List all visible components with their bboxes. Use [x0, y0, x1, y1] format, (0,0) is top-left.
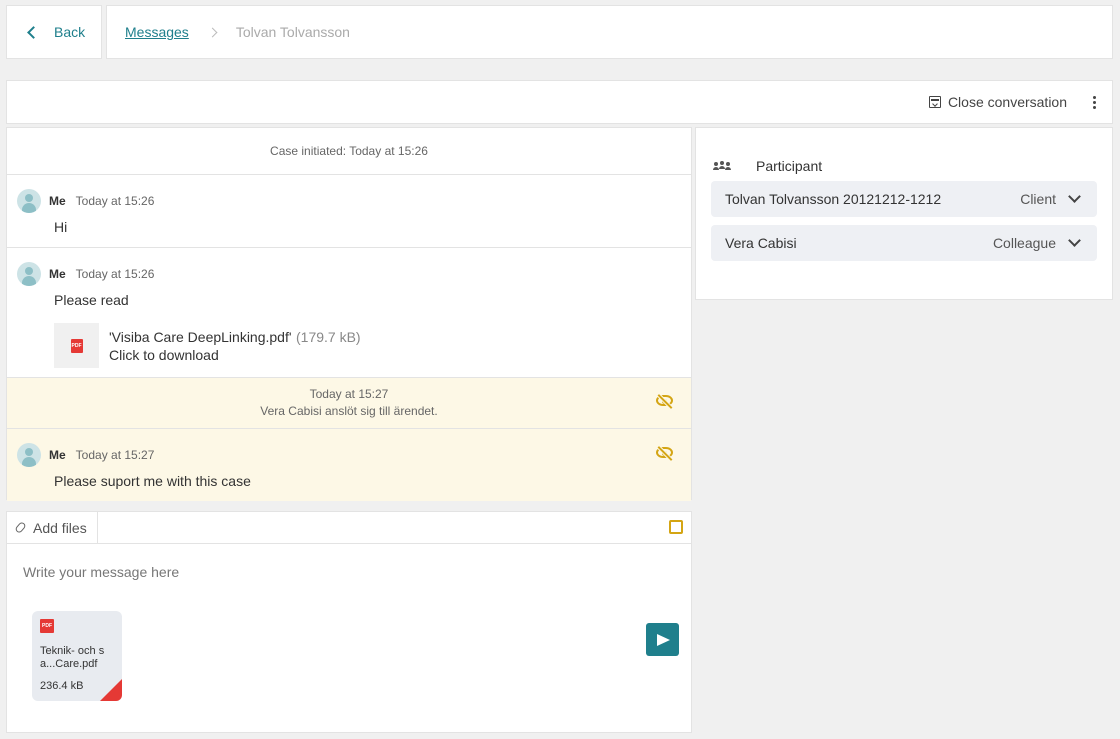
event-time: Today at 15:27: [309, 387, 389, 401]
archive-icon: [928, 96, 941, 108]
breadcrumb: Messages Tolvan Tolvansson: [106, 5, 1113, 59]
eye-off-icon: [656, 395, 673, 406]
participant-row[interactable]: Vera Cabisi Colleague: [711, 225, 1097, 261]
avatar: [17, 189, 41, 213]
message-sender: Me: [49, 448, 66, 462]
message-item: Me Today at 15:27 Please suport me with …: [7, 429, 691, 501]
message-sender: Me: [49, 194, 66, 208]
message-text: Please read: [54, 292, 129, 308]
avatar: [17, 262, 41, 286]
remove-file-corner[interactable]: [100, 679, 122, 701]
attachment-download-label: Click to download: [109, 346, 219, 363]
send-icon: [657, 633, 670, 646]
avatar: [17, 443, 41, 467]
message-time: Today at 15:26: [75, 267, 155, 281]
attachment-download[interactable]: PDF 'Visiba Care DeepLinking.pdf' (179.7…: [54, 323, 681, 368]
add-files-button[interactable]: Add files: [7, 512, 98, 543]
uploaded-file-name: Teknik- och s a...Care.pdf: [40, 645, 105, 670]
participant-name: Tolvan Tolvansson 20121212-1212: [725, 191, 942, 207]
conversation-toolbar: Close conversation: [6, 80, 1113, 124]
message-time: Today at 15:26: [75, 194, 155, 208]
add-files-label: Add files: [33, 519, 87, 536]
paperclip-icon: [14, 521, 27, 534]
conversation-panel: Case initiated: Today at 15:26 Me Today …: [6, 127, 692, 501]
chevron-down-icon[interactable]: [1068, 190, 1081, 203]
message-sender: Me: [49, 267, 66, 281]
participant-joined-event: Today at 15:27 Vera Cabisi anslöt sig ti…: [7, 378, 691, 429]
message-input[interactable]: [23, 564, 623, 580]
close-conversation-label: Close conversation: [947, 94, 1067, 110]
uploaded-file-size: 236.4 kB: [40, 680, 84, 692]
participant-role: Colleague: [992, 235, 1056, 251]
pdf-icon: PDF: [70, 338, 83, 353]
internal-note-checkbox[interactable]: [669, 520, 683, 534]
attachment-name: 'Visiba Care DeepLinking.pdf': [109, 328, 292, 345]
participant-name: Vera Cabisi: [725, 235, 797, 251]
participants-title: Participant: [756, 158, 823, 174]
message-time: Today at 15:27: [75, 448, 155, 462]
message-composer: Add files PDF Teknik- och s a...Care.pdf…: [6, 511, 692, 733]
send-button[interactable]: [646, 623, 679, 656]
people-icon: [713, 161, 731, 171]
attachment-size: (179.7 kB): [296, 328, 361, 345]
more-options-icon[interactable]: [1093, 95, 1096, 109]
breadcrumb-current: Tolvan Tolvansson: [235, 24, 350, 40]
back-button[interactable]: Back: [6, 5, 102, 59]
message-text: Hi: [54, 219, 68, 235]
close-conversation-button[interactable]: Close conversation: [928, 94, 1067, 110]
chevron-left-icon: [27, 26, 40, 39]
message-item: Me Today at 15:26 Please read PDF 'Visib…: [7, 248, 691, 378]
case-initiated-text: Case initiated: Today at 15:26: [7, 128, 691, 175]
message-item: Me Today at 15:26 Hi: [7, 175, 691, 248]
eye-off-icon: [656, 447, 673, 458]
participant-row[interactable]: Tolvan Tolvansson 20121212-1212 Client: [711, 181, 1097, 217]
participants-panel: Participant Tolvan Tolvansson 20121212-1…: [695, 127, 1113, 300]
message-text: Please suport me with this case: [54, 473, 251, 489]
chevron-down-icon[interactable]: [1068, 234, 1081, 247]
file-thumbnail: PDF: [54, 323, 99, 368]
event-text: Vera Cabisi anslöt sig till ärendet.: [260, 404, 438, 418]
uploaded-file-tile[interactable]: PDF Teknik- och s a...Care.pdf 236.4 kB: [32, 611, 122, 701]
breadcrumb-messages-link[interactable]: Messages: [125, 24, 189, 40]
back-label: Back: [54, 24, 86, 40]
pdf-icon: PDF: [40, 619, 54, 633]
chevron-right-icon: [207, 27, 218, 37]
participant-role: Client: [1020, 191, 1056, 207]
